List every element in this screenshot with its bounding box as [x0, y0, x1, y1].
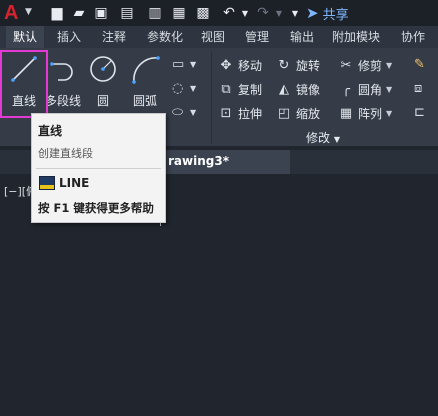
move-button[interactable]: ✥ 移动 — [218, 57, 262, 74]
tab-output[interactable]: 输出 — [282, 26, 322, 48]
copy-label: 复制 — [238, 83, 263, 97]
line-tooltip: 直线 创建直线段 LINE 按 F1 键获得更多帮助 — [31, 113, 166, 223]
tab-parametric[interactable]: 参数化 — [138, 26, 192, 48]
customize-dropdown-icon[interactable]: ▼ — [286, 4, 304, 22]
fillet-icon: ╭ — [342, 82, 350, 97]
rotate-icon: ↻ — [278, 58, 290, 73]
ellipse-icon[interactable]: ⬭ — [172, 105, 183, 120]
trim-button[interactable]: ✂ 修剪 ▼ — [338, 57, 393, 74]
open-from-web-icon[interactable]: ▥ — [146, 4, 164, 22]
stretch-label: 拉伸 — [238, 107, 263, 121]
polyline-icon — [50, 62, 73, 81]
array-button[interactable]: ▦ 阵列 ▼ — [338, 105, 392, 122]
tab-addins[interactable]: 附加模块 — [326, 26, 386, 48]
array-dropdown-icon[interactable]: ▼ — [386, 109, 392, 118]
mirror-label: 镜像 — [296, 83, 321, 97]
move-label: 移动 — [238, 59, 263, 73]
scale-button[interactable]: ◰ 缩放 — [276, 105, 320, 122]
rotate-button[interactable]: ↻ 旋转 — [276, 57, 320, 74]
copy-icon: ⧉ — [221, 82, 231, 97]
tab-annotate[interactable]: 注释 — [92, 26, 136, 48]
fillet-button[interactable]: ╭ 圆角 ▼ — [338, 81, 392, 98]
tooltip-divider — [36, 168, 161, 169]
tooltip-title: 直线 — [38, 124, 63, 138]
plot-icon[interactable]: ▩ — [194, 4, 212, 22]
panel-expand-icon: ▼ — [333, 135, 340, 144]
explode-icon[interactable]: ⧈ — [414, 81, 422, 96]
quick-access-toolbar: A ▼ ▆ ▰ ▣ ▤ ▥ ▦ ▩ ↶ ▼ ↷ ▼ ▼ ➤ 共享 — [0, 0, 438, 26]
hatch-icon[interactable]: ◌ — [172, 81, 183, 96]
tab-collaborate[interactable]: 协作 — [392, 26, 434, 48]
tooltip-command: LINE — [59, 176, 90, 190]
stretch-icon: ⊡ — [220, 106, 232, 121]
ribbon-tab-bar: 默认 插入 注释 参数化 视图 管理 输出 附加模块 协作 — [0, 26, 438, 48]
arc-tool-button[interactable]: 圆弧 — [122, 52, 168, 118]
line-tool-highlight — [0, 50, 48, 118]
arc-tool-label: 圆弧 — [132, 94, 157, 108]
tooltip-help-text: 按 F1 键获得更多帮助 — [38, 201, 154, 215]
fillet-dropdown-icon[interactable]: ▼ — [386, 85, 392, 94]
app-logo[interactable]: A — [4, 2, 18, 25]
stretch-button[interactable]: ⊡ 拉伸 — [218, 105, 262, 122]
share-button[interactable]: ➤ 共享 — [306, 2, 349, 24]
app-menu-dropdown-icon[interactable]: ▼ — [25, 7, 32, 17]
circle-icon — [90, 56, 116, 82]
erase-icon[interactable]: ✎ — [414, 57, 425, 72]
modify-panel-label: 修改 — [306, 131, 331, 145]
scissors-icon: ✂ — [340, 58, 352, 73]
trim-label: 修剪 — [358, 59, 383, 73]
panel-divider — [211, 52, 212, 144]
tab-insert[interactable]: 插入 — [48, 26, 90, 48]
rotate-label: 旋转 — [296, 59, 321, 73]
mirror-button[interactable]: ◭ 镜像 — [276, 81, 320, 98]
arc-icon — [132, 56, 160, 84]
save-icon[interactable]: ▣ — [92, 4, 110, 22]
offset-icon[interactable]: ⊏ — [414, 105, 425, 120]
modify-panel-title[interactable]: 修改 ▼ — [306, 129, 340, 146]
move-icon: ✥ — [220, 58, 232, 73]
scale-label: 缩放 — [296, 107, 321, 121]
tab-view[interactable]: 视图 — [194, 26, 232, 48]
hatch-dropdown-icon[interactable]: ▼ — [190, 84, 196, 93]
fillet-label: 圆角 — [358, 83, 383, 97]
share-label: 共享 — [322, 7, 349, 23]
new-file-icon[interactable]: ▆ — [48, 4, 66, 22]
tab-manage[interactable]: 管理 — [236, 26, 278, 48]
tooltip-description: 创建直线段 — [38, 147, 93, 160]
trim-dropdown-icon[interactable]: ▼ — [386, 61, 392, 70]
circle-tool-button[interactable]: 圆 — [80, 52, 126, 118]
rectangle-icon[interactable]: ▭ — [172, 57, 184, 72]
tab-default[interactable]: 默认 — [6, 26, 44, 48]
array-label: 阵列 — [358, 107, 383, 121]
rectangle-dropdown-icon[interactable]: ▼ — [190, 60, 196, 69]
command-line-icon — [39, 176, 55, 190]
document-tab-title: rawing3* — [168, 154, 229, 168]
scale-icon: ◰ — [277, 106, 291, 121]
undo-dropdown-icon[interactable]: ▼ — [236, 4, 254, 22]
copy-button[interactable]: ⧉ 复制 — [218, 81, 262, 98]
save-to-web-icon[interactable]: ▦ — [170, 4, 188, 22]
array-icon: ▦ — [339, 106, 353, 121]
mirror-icon: ◭ — [279, 82, 289, 97]
circle-tool-label: 圆 — [96, 94, 109, 108]
open-folder-icon[interactable]: ▰ — [70, 4, 88, 22]
ellipse-dropdown-icon[interactable]: ▼ — [190, 108, 196, 117]
save-as-icon[interactable]: ▤ — [118, 4, 136, 22]
paper-plane-icon: ➤ — [306, 4, 319, 22]
